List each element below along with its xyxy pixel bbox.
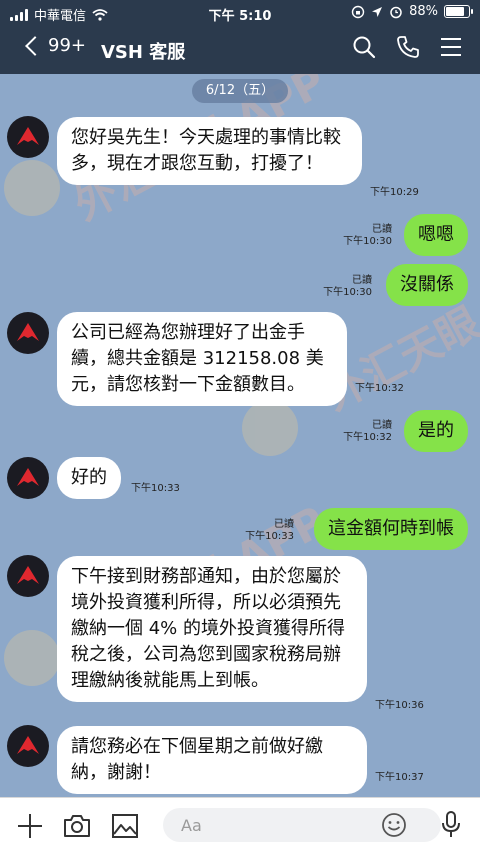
microphone-icon[interactable] [440, 810, 462, 840]
message-time: 下午10:29 [370, 187, 419, 198]
message-time: 下午10:32 [355, 383, 404, 394]
plus-icon[interactable] [16, 812, 44, 840]
avatar[interactable] [7, 116, 49, 158]
message-bubble-in: 公司已經為您辦理好了出金手續，總共金額是 312158.08 美元，請您核對一下… [57, 312, 347, 406]
brand-logo-icon [17, 736, 39, 754]
message-bubble-in: 您好吳先生！今天處理的事情比較多，現在才跟您互動，打擾了！ [57, 117, 362, 185]
emoji-icon[interactable] [381, 812, 407, 838]
battery-percent: 88% [409, 4, 438, 19]
date-divider: 6/12（五） [192, 79, 288, 103]
message-bubble-out: 沒關係 [386, 264, 468, 306]
input-bar [0, 797, 480, 853]
message-bubble-in: 下午接到財務部通知，由於您屬於境外投資獲利所得，所以必須預先繳納一個 4% 的境… [57, 556, 367, 702]
read-receipt: 已讀 [352, 275, 372, 286]
message-time: 下午10:36 [375, 700, 424, 711]
avatar[interactable] [7, 725, 49, 767]
brand-logo-icon [17, 323, 39, 341]
message-meta: 已讀 下午10:32 [343, 420, 392, 443]
message-bubble-in: 好的 [57, 457, 121, 499]
camera-icon[interactable] [62, 812, 92, 840]
unread-count: 99+ [48, 35, 86, 56]
message-bubble-out: 嗯嗯 [404, 214, 468, 256]
message-bubble-out: 是的 [404, 410, 468, 452]
back-button[interactable]: 99+ [22, 35, 86, 56]
location-icon [372, 6, 383, 17]
chat-header: 99+ VSH 客服 [0, 26, 480, 74]
read-receipt: 已讀 [372, 224, 392, 235]
message-meta: 已讀 下午10:30 [323, 275, 372, 298]
brand-logo-icon [17, 127, 39, 145]
avatar[interactable] [7, 312, 49, 354]
chevron-left-icon [25, 35, 45, 56]
chat-title: VSH 客服 [101, 42, 186, 63]
message-meta: 已讀 下午10:33 [245, 519, 294, 542]
avatar[interactable] [7, 457, 49, 499]
message-bubble-in: 請您務必在下個星期之前做好繳納，謝謝！ [57, 726, 367, 794]
orientation-lock-icon [351, 5, 365, 18]
message-time: 下午10:33 [131, 483, 180, 494]
phone-icon[interactable] [396, 35, 420, 59]
brand-logo-icon [17, 468, 39, 486]
status-bar: 中華電信 下午 5:10 88% [0, 0, 480, 26]
read-receipt: 已讀 [274, 519, 294, 530]
read-receipt: 已讀 [372, 420, 392, 431]
search-icon[interactable] [352, 35, 376, 59]
message-time: 下午10:37 [375, 772, 424, 783]
image-icon[interactable] [110, 812, 140, 840]
avatar[interactable] [7, 555, 49, 597]
menu-icon[interactable] [440, 37, 462, 57]
brand-logo-icon [17, 566, 39, 584]
message-meta: 已讀 下午10:30 [343, 224, 392, 247]
battery-icon [444, 5, 473, 18]
message-bubble-out: 這金額何時到帳 [314, 508, 468, 550]
alarm-icon [390, 6, 402, 18]
